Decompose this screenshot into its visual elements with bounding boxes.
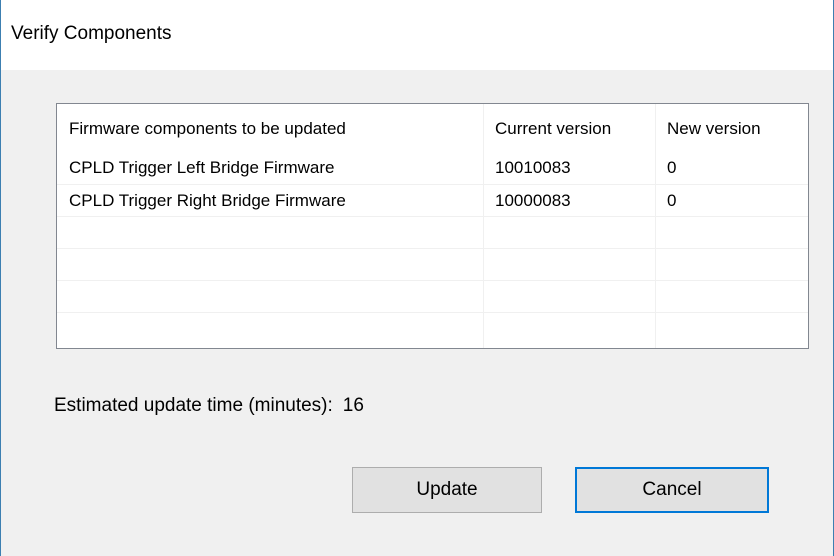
new-version: 0 — [667, 158, 677, 177]
dialog-title: Verify Components — [11, 23, 172, 44]
estimate-label: Estimated update time (minutes): — [54, 395, 333, 416]
empty-row — [57, 280, 808, 312]
new-version: 0 — [667, 191, 677, 210]
component-name: CPLD Trigger Left Bridge Firmware — [69, 158, 335, 177]
current-version: 10010083 — [495, 158, 571, 177]
cancel-button[interactable]: Cancel — [575, 467, 769, 513]
list-header: Firmware components to be updated Curren… — [57, 104, 808, 152]
title-bar: Verify Components — [1, 0, 833, 70]
column-header-current-version[interactable]: Current version — [483, 104, 655, 152]
column-header-new-version[interactable]: New version — [655, 104, 808, 152]
column-header-component[interactable]: Firmware components to be updated — [57, 104, 483, 152]
estimate-value: 16 — [342, 395, 364, 416]
empty-row — [57, 216, 808, 248]
empty-row — [57, 248, 808, 280]
empty-row — [57, 312, 808, 344]
components-list[interactable]: Firmware components to be updated Curren… — [56, 103, 809, 349]
component-name: CPLD Trigger Right Bridge Firmware — [69, 191, 346, 210]
list-row[interactable]: CPLD Trigger Left Bridge Firmware 100100… — [57, 152, 808, 184]
verify-components-dialog: Verify Components Firmware components to… — [0, 0, 834, 556]
estimated-update-time: Estimated update time (minutes): 16 — [54, 395, 364, 417]
list-row[interactable]: CPLD Trigger Right Bridge Firmware 10000… — [57, 184, 808, 216]
update-button[interactable]: Update — [352, 467, 542, 513]
current-version: 10000083 — [495, 191, 571, 210]
